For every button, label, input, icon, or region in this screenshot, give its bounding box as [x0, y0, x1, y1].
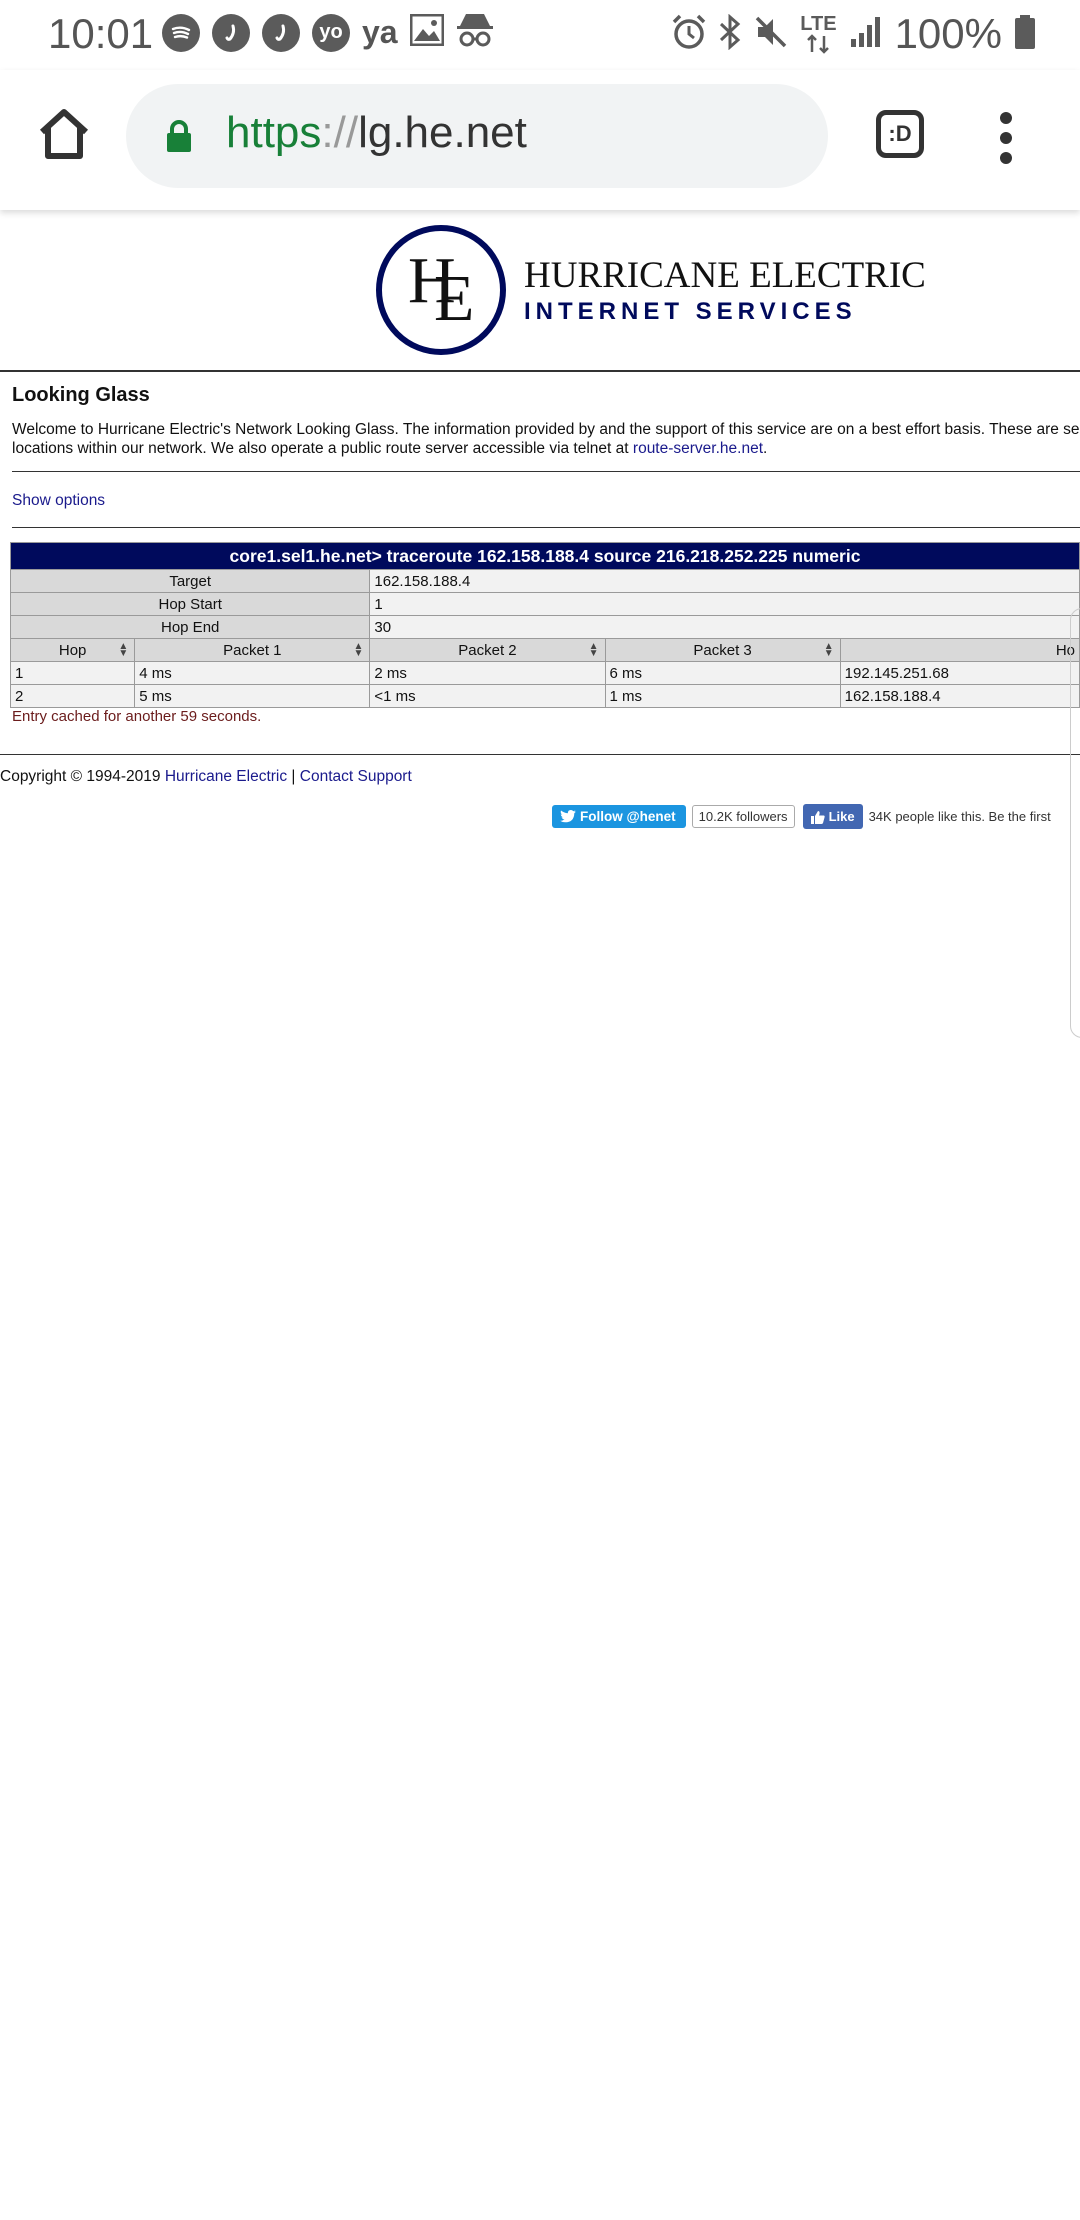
facebook-like-button[interactable]: Like [802, 804, 863, 829]
sort-icon: ▲ ▼ [588, 641, 599, 659]
welcome-text: Welcome to Hurricane Electric's Network … [12, 421, 1080, 457]
overflow-menu-button[interactable] [996, 110, 1016, 166]
battery-percent: 100% [894, 10, 1002, 57]
target-label: Target [9, 569, 371, 593]
jiosaavn-icon [262, 13, 300, 52]
alarm-icon [672, 14, 706, 55]
table-row: 2 5 ms <1 ms 1 ms 162.158.188.4 [9, 684, 1080, 708]
he-logo[interactable]: H E HURRICANE ELECTRIC INTERNET SERVICES [376, 220, 976, 360]
url-bar[interactable]: https://lg.he.net [126, 84, 828, 188]
lock-icon [167, 120, 191, 152]
col-packet2[interactable]: Packet 2 ▲ ▼ [369, 638, 606, 662]
spotify-icon [162, 13, 200, 52]
col-host[interactable]: Ho [839, 638, 1080, 662]
twitter-bird-icon [560, 810, 576, 823]
jiosaavn-icon [212, 13, 250, 52]
hop-start-value: 1 [369, 592, 1080, 616]
image-icon [409, 13, 445, 51]
lte-icon: LTE [800, 14, 837, 54]
col-packet1[interactable]: Packet 1 ▲ ▼ [134, 638, 371, 662]
page-title: Looking Glass [12, 384, 150, 406]
target-value: 162.158.188.4 [369, 569, 1080, 593]
contact-support-link[interactable]: Contact Support [300, 768, 412, 785]
route-server-link[interactable]: route-server.he.net [633, 440, 763, 457]
thumbs-up-icon [810, 810, 825, 824]
logo-line2: INTERNET SERVICES [524, 298, 857, 325]
logo-line1: HURRICANE ELECTRIC [524, 255, 926, 296]
url-text[interactable]: https://lg.he.net [226, 108, 527, 158]
divider [12, 527, 1080, 528]
sort-icon: ▲ ▼ [823, 641, 834, 659]
result-header: core1.sel1.he.net> traceroute 162.158.18… [10, 542, 1080, 570]
system-icons: LTE 100% [672, 10, 1036, 58]
notification-icons: yo ya [162, 12, 494, 53]
facebook-like-count: 34K people like this. Be the first [868, 809, 1051, 824]
sort-icon: ▲ ▼ [353, 641, 364, 659]
mute-icon [754, 15, 788, 54]
copyright-line: Copyright © 1994-2019 Hurricane Electric… [0, 768, 412, 785]
status-time: 10:01 [48, 10, 154, 57]
yo-icon: yo [312, 13, 350, 52]
hop-end-value: 30 [369, 615, 1080, 639]
incognito-icon [456, 12, 494, 53]
hop-start-label: Hop Start [9, 592, 371, 616]
cache-note: Entry cached for another 59 seconds. [12, 708, 262, 725]
divider [0, 754, 1080, 755]
show-options-link[interactable]: Show options [12, 492, 105, 510]
bluetooth-icon [718, 13, 742, 55]
signal-icon [849, 15, 883, 54]
svg-text:E: E [434, 262, 474, 335]
table-row: 1 4 ms 2 ms 6 ms 192.145.251.68 [9, 661, 1080, 685]
col-hop[interactable]: Hop ▲ ▼ [9, 638, 136, 662]
ya-icon: ya [362, 14, 398, 50]
status-bar: 10:01 yo ya LTE 100% [0, 0, 1080, 70]
home-button[interactable] [36, 106, 92, 162]
more-vert-icon [1000, 112, 1012, 164]
sort-icon: ▲ ▼ [118, 641, 129, 659]
side-panel-handle[interactable] [1070, 608, 1080, 1038]
twitter-follow-button[interactable]: Follow @henet [552, 805, 686, 828]
hop-end-label: Hop End [9, 615, 371, 639]
battery-icon [1014, 14, 1036, 55]
tab-switcher-button[interactable]: :D [876, 110, 924, 158]
home-icon [39, 109, 89, 159]
traceroute-result-table: core1.sel1.he.net> traceroute 162.158.18… [9, 542, 1080, 708]
divider [12, 471, 1080, 472]
col-packet3[interactable]: Packet 3 ▲ ▼ [604, 638, 841, 662]
column-headers: Hop ▲ ▼ Packet 1 ▲ ▼ Packet 2 ▲ ▼ Packet 3 ▲ ▼ H… [9, 638, 1080, 662]
twitter-followers-count[interactable]: 10.2K followers [691, 805, 795, 828]
divider [0, 370, 1080, 372]
social-buttons: Follow @henet 10.2K followers Like 34K p… [552, 804, 1051, 829]
browser-toolbar: https://lg.he.net :D [0, 70, 1080, 210]
hurricane-electric-link[interactable]: Hurricane Electric [165, 768, 287, 785]
